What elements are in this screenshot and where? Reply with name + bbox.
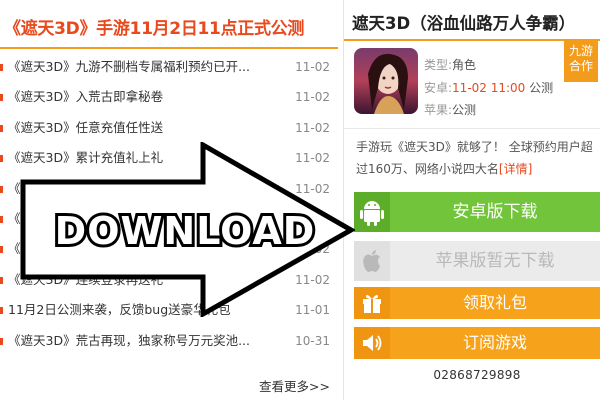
description-text: 手游玩《遮天3D》就够了！ 全球预约用户超过160万、网络小说四大名 xyxy=(356,140,593,176)
news-date: 11-02 xyxy=(295,90,330,105)
game-title[interactable]: 遮天3D（浴血仙路万人争霸） xyxy=(352,10,575,34)
badge-line: 九游 xyxy=(568,44,593,58)
more-link[interactable]: 查看更多>> xyxy=(259,376,330,395)
bullet-icon xyxy=(0,185,3,193)
bullet-icon xyxy=(0,337,3,345)
news-title[interactable]: 《遮天3D》九游不删档专属福利预约已开... xyxy=(8,52,283,82)
news-title[interactable]: 《遮天3D》任意充值任性送 xyxy=(8,113,283,143)
apple-download-label: 苹果版暂无下载 xyxy=(435,251,555,271)
news-date: 11-02 xyxy=(295,60,330,74)
android-download-label: 安卓版下载 xyxy=(452,202,538,222)
news-title[interactable]: 《遮天3D》荒古再现，独家称号万元奖池... xyxy=(8,326,283,356)
bullet-icon xyxy=(0,94,3,102)
details-link[interactable]: [详情] xyxy=(499,162,532,176)
download-text: DOWNLOAD xyxy=(55,209,316,253)
news-item[interactable]: 《遮天3D》九游不删档专属福利预约已开... 11-02 xyxy=(0,52,338,82)
game-cover-image[interactable] xyxy=(354,48,418,114)
type-value: 角色 xyxy=(452,58,477,72)
contact-phone: 02868729898 xyxy=(433,368,521,382)
android-label: 安卓: xyxy=(424,81,453,95)
subscribe-game-label: 订阅游戏 xyxy=(462,333,527,352)
bullet-icon xyxy=(0,307,3,315)
divider xyxy=(0,47,338,49)
news-item[interactable]: 《遮天3D》任意充值任性送 11-02 xyxy=(0,113,338,143)
game-type: 类型:角色 xyxy=(424,56,476,73)
apple-status: 公测 xyxy=(452,103,477,117)
android-release: 安卓:11-02 11:00 公测 xyxy=(424,79,553,96)
apple-icon xyxy=(354,241,390,281)
news-title[interactable]: 《遮天3D》入荒古即拿秘卷 xyxy=(8,82,283,112)
news-item[interactable]: 《遮天3D》入荒古即拿秘卷 11-02 xyxy=(0,82,338,112)
news-date: 10-31 xyxy=(295,333,330,348)
android-download-button[interactable]: 安卓版下载 xyxy=(354,192,600,232)
speaker-icon xyxy=(354,327,390,359)
apple-download-button[interactable]: 苹果版暂无下载 xyxy=(354,241,600,281)
type-label: 类型: xyxy=(424,58,453,72)
android-status: 公测 xyxy=(529,81,554,95)
bullet-icon xyxy=(0,246,3,254)
news-headline[interactable]: 《遮天3D》手游11月2日11点正式公测 xyxy=(4,14,304,39)
claim-gift-label: 领取礼包 xyxy=(462,293,527,312)
bullet-icon xyxy=(0,64,3,71)
badge-line: 合作 xyxy=(568,59,593,73)
partner-badge: 九游 合作 xyxy=(564,40,598,82)
download-arrow-overlay: DOWNLOAD xyxy=(20,142,355,317)
news-item[interactable]: 《遮天3D》荒古再现，独家称号万元奖池... 10-31 xyxy=(0,326,338,356)
divider xyxy=(344,128,600,129)
game-description: 手游玩《遮天3D》就够了！ 全球预约用户超过160万、网络小说四大名[详情] xyxy=(356,136,596,180)
bullet-icon xyxy=(0,215,3,223)
bullet-icon xyxy=(0,124,3,132)
apple-release: 苹果:公测 xyxy=(424,101,476,118)
game-card: 遮天3D（浴血仙路万人争霸） 类型:角色 安卓:11-02 11:00 公测 苹… xyxy=(344,0,600,400)
apple-label: 苹果: xyxy=(424,103,453,117)
gift-icon xyxy=(354,287,390,319)
divider xyxy=(344,39,600,41)
bullet-icon xyxy=(0,155,3,163)
claim-gift-button[interactable]: 领取礼包 xyxy=(354,287,600,319)
news-date: 11-02 xyxy=(295,120,330,135)
android-release-date: 11-02 11:00 xyxy=(452,81,526,95)
android-icon xyxy=(354,192,390,232)
bullet-icon xyxy=(0,276,3,284)
subscribe-game-button[interactable]: 订阅游戏 xyxy=(354,327,600,359)
